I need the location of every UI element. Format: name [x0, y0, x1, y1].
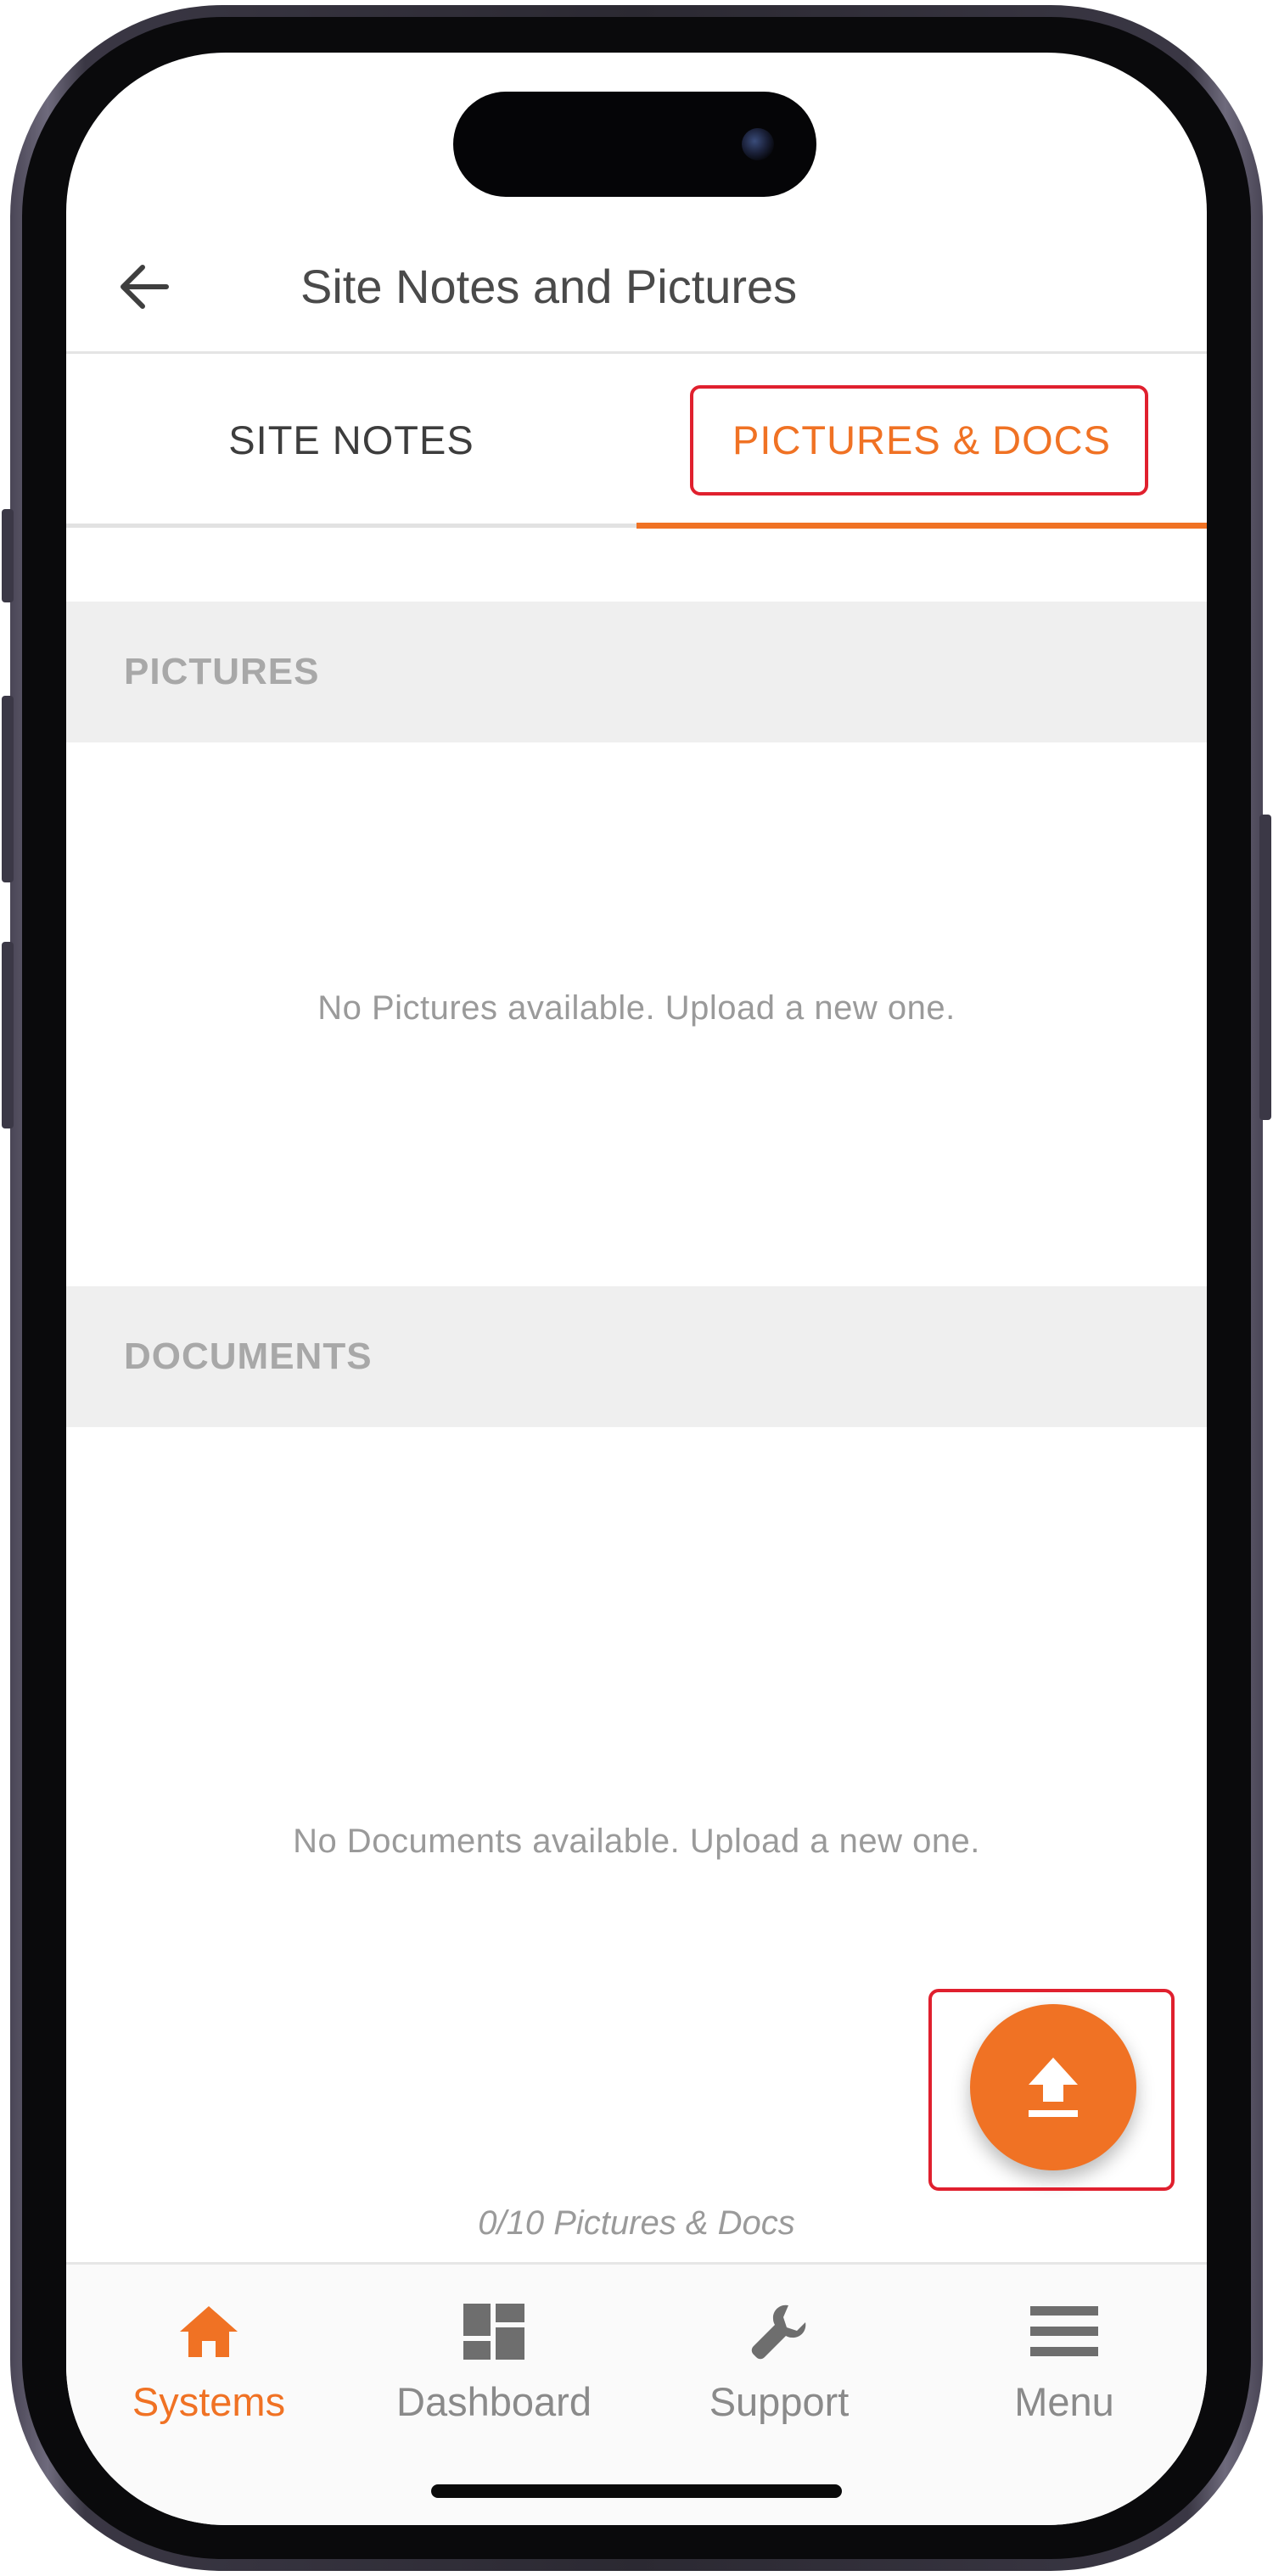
upload-icon — [1029, 2058, 1078, 2117]
app-screen: Site Notes and Pictures SITE NOTES PICTU… — [66, 53, 1207, 2525]
tab-site-notes[interactable]: SITE NOTES — [66, 354, 636, 525]
hamburger-menu-icon — [922, 2293, 1207, 2370]
nav-item-menu[interactable]: Menu — [922, 2285, 1207, 2455]
wrench-icon — [636, 2293, 922, 2370]
tab-site-notes-label: SITE NOTES — [228, 417, 474, 462]
pictures-section-header: PICTURES — [66, 602, 1207, 742]
nav-item-support[interactable]: Support — [636, 2285, 922, 2455]
arrow-left-icon — [121, 265, 169, 309]
nav-label-dashboard: Dashboard — [396, 2379, 592, 2424]
nav-label-menu: Menu — [1014, 2379, 1114, 2424]
home-indicator[interactable] — [431, 2484, 842, 2498]
documents-section-label: DOCUMENTS — [124, 1336, 373, 1377]
tab-active-indicator — [636, 523, 1207, 529]
app-header: Site Notes and Pictures — [66, 222, 1207, 354]
items-counter: 0/10 Pictures & Docs — [478, 2204, 795, 2242]
dynamic-island — [453, 92, 816, 197]
power-button — [1259, 815, 1271, 1120]
camera-lens-icon — [742, 128, 774, 160]
tab-bar: SITE NOTES PICTURES & DOCS — [66, 354, 1207, 530]
documents-empty-message: No Documents available. Upload a new one… — [293, 1823, 980, 1860]
home-icon — [66, 2293, 351, 2370]
volume-down-button — [2, 942, 14, 1128]
page-title: Site Notes and Pictures — [300, 260, 798, 313]
nav-label-systems: Systems — [132, 2379, 286, 2424]
tab-pictures-docs-label: PICTURES & DOCS — [732, 417, 1111, 462]
dashboard-icon — [351, 2293, 636, 2370]
pictures-empty-message: No Pictures available. Upload a new one. — [317, 989, 956, 1027]
nav-item-systems[interactable]: Systems — [66, 2285, 351, 2455]
pictures-section-label: PICTURES — [124, 651, 320, 692]
tab-pictures-docs[interactable]: PICTURES & DOCS — [636, 354, 1207, 525]
volume-up-button — [2, 696, 14, 882]
nav-label-support: Support — [709, 2379, 850, 2424]
action-button — [2, 509, 14, 602]
device-frame: Site Notes and Pictures SITE NOTES PICTU… — [0, 0, 1273, 2576]
nav-item-dashboard[interactable]: Dashboard — [351, 2285, 636, 2455]
upload-button[interactable] — [970, 2004, 1136, 2170]
back-button[interactable] — [110, 253, 178, 321]
documents-section-header: DOCUMENTS — [66, 1286, 1207, 1427]
